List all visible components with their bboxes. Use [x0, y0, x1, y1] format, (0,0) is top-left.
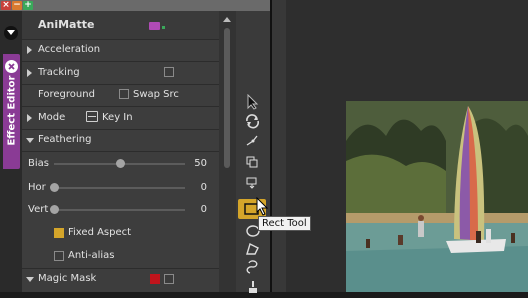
- tool-tooltip: Rect Tool: [258, 216, 311, 231]
- mode-label: Mode: [38, 112, 66, 123]
- bias-value[interactable]: 50: [177, 158, 207, 169]
- anti-alias-row: Anti-alias: [22, 244, 219, 269]
- vert-slider-row: Vert 0: [22, 199, 219, 221]
- foreground-label: Foreground: [38, 89, 95, 100]
- brush-lasso-tool-button[interactable]: [236, 256, 270, 278]
- mode-value[interactable]: Key In: [102, 112, 133, 123]
- effect-icon: [149, 22, 160, 30]
- key-in-icon: [86, 111, 98, 122]
- bias-slider-knob[interactable]: [115, 159, 125, 168]
- magic-mask-color-swatch[interactable]: [150, 274, 160, 284]
- anti-alias-label: Anti-alias: [68, 250, 115, 261]
- maximize-window-button[interactable]: +: [23, 1, 33, 10]
- swap-src-checkbox[interactable]: [119, 89, 129, 99]
- expand-arrow-icon: [27, 46, 32, 54]
- expand-arrow-icon: [27, 114, 32, 122]
- video-frame-image: [346, 101, 528, 292]
- paste-icon: [246, 177, 257, 189]
- window-titlebar: × − +: [0, 0, 270, 11]
- scale-icon: [246, 135, 258, 146]
- acceleration-row[interactable]: Acceleration: [22, 39, 219, 62]
- freehand-icon: [246, 243, 259, 255]
- brush-lasso-icon: [246, 260, 258, 274]
- paste-tool-button[interactable]: [236, 171, 270, 193]
- magic-mask-row[interactable]: Magic Mask: [22, 268, 219, 292]
- tool-palette: [236, 11, 270, 293]
- copy-icon: [246, 156, 258, 168]
- hor-value[interactable]: 0: [177, 182, 207, 193]
- fixed-aspect-row: Fixed Aspect: [22, 221, 219, 244]
- hor-slider-track[interactable]: [54, 187, 185, 189]
- chevron-down-icon: [7, 30, 15, 35]
- minimize-window-button[interactable]: −: [12, 1, 22, 10]
- tracking-label: Tracking: [38, 67, 80, 78]
- hor-slider-knob[interactable]: [50, 183, 59, 192]
- foreground-row: Foreground Swap Src: [22, 84, 219, 107]
- effect-editor-tab[interactable]: Effect Editor: [3, 54, 20, 169]
- feathering-row[interactable]: Feathering: [22, 129, 219, 152]
- side-strip: Effect Editor: [0, 11, 22, 292]
- brush-tool-button[interactable]: [236, 276, 270, 298]
- anti-alias-checkbox[interactable]: [54, 251, 64, 261]
- fixed-aspect-label: Fixed Aspect: [68, 227, 132, 238]
- hor-slider-row: Hor 0: [22, 175, 219, 199]
- panel-menu-button[interactable]: [4, 26, 18, 40]
- feathering-label: Feathering: [38, 134, 92, 145]
- copy-tool-button[interactable]: [236, 151, 270, 173]
- bias-slider-row: Bias 50: [22, 151, 219, 175]
- brush-icon: [249, 281, 257, 293]
- acceleration-label: Acceleration: [38, 44, 101, 55]
- effect-name: AniMatte: [38, 18, 95, 31]
- vert-slider-track[interactable]: [54, 209, 185, 211]
- hor-label: Hor: [28, 182, 46, 193]
- close-window-button[interactable]: ×: [1, 1, 11, 10]
- effect-header: AniMatte: [22, 11, 219, 40]
- magic-mask-label: Magic Mask: [38, 273, 97, 284]
- tracking-row[interactable]: Tracking: [22, 61, 219, 85]
- tracking-checkbox[interactable]: [164, 67, 174, 77]
- collapse-arrow-icon: [26, 138, 34, 143]
- bias-label: Bias: [28, 158, 49, 169]
- magic-mask-checkbox[interactable]: [164, 274, 174, 284]
- mouse-cursor-icon: [256, 197, 269, 216]
- panel-scrollbar[interactable]: [219, 11, 236, 292]
- scale-tool-button[interactable]: [236, 129, 270, 151]
- vert-value[interactable]: 0: [177, 204, 207, 215]
- swap-src-label: Swap Src: [133, 89, 179, 100]
- scrollbar-thumb[interactable]: [224, 28, 230, 168]
- collapse-arrow-icon: [26, 277, 34, 282]
- rotate-icon: [246, 114, 260, 129]
- expand-arrow-icon: [27, 69, 32, 77]
- mode-row[interactable]: Mode Key In: [22, 106, 219, 130]
- side-gutter: [272, 0, 286, 292]
- effect-editor-label: Effect Editor: [6, 75, 18, 146]
- vert-slider-knob[interactable]: [50, 205, 59, 214]
- status-dot-icon: [162, 26, 165, 29]
- fixed-aspect-checkbox[interactable]: [54, 228, 64, 238]
- scroll-up-icon[interactable]: [223, 17, 231, 22]
- vert-label: Vert: [28, 204, 49, 215]
- select-arrow-icon: [247, 94, 259, 110]
- effect-editor-panel: AniMatte Acceleration Tracking Foregroun…: [22, 11, 219, 292]
